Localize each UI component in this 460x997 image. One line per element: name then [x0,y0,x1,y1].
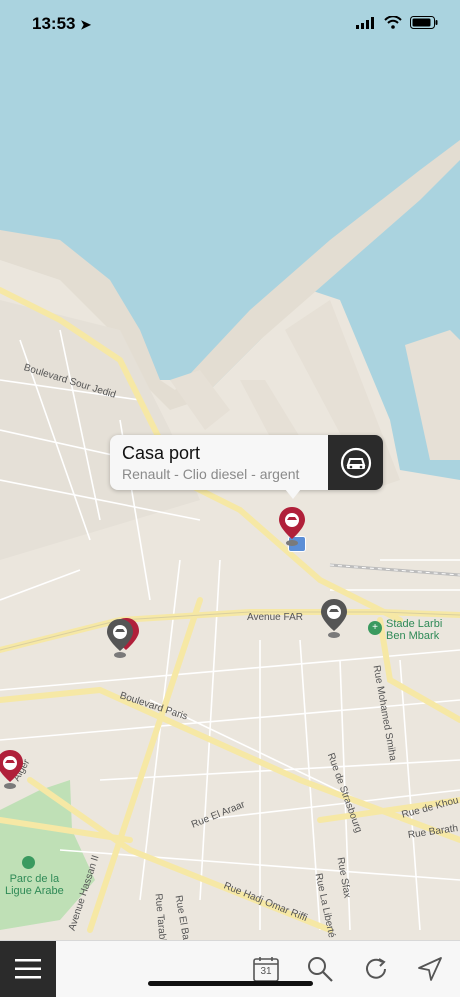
calendar-day: 31 [260,966,272,977]
callout-car-button[interactable] [328,435,383,490]
vehicle-pin-selected[interactable] [278,505,306,549]
place-label-stade: Stade Larbi Ben Mbark [386,618,443,642]
park-icon [22,856,35,869]
place-label-parc: Parc de la Ligue Arabe [5,873,64,897]
bottom-toolbar: 31 [0,940,460,997]
status-icons [356,16,438,29]
car-icon [340,447,371,478]
battery-icon [410,16,438,29]
road-label-avenue-far: Avenue FAR [247,612,303,623]
vehicle-pin-gray-1[interactable] [320,597,348,641]
callout-title: Casa port [122,443,201,463]
callout-pointer [285,489,301,499]
cellular-signal-icon [356,16,374,29]
stadium-icon: + [368,621,382,635]
refresh-icon [366,958,386,979]
status-bar: 13:53 ➤ [0,0,460,50]
locate-button[interactable] [414,953,446,985]
callout-subtitle: Renault - Clio diesel - argent [122,466,300,482]
refresh-button[interactable] [360,953,392,985]
hamburger-menu-icon [15,959,41,979]
search-icon [308,957,333,982]
vehicle-pin-red-3[interactable] [0,748,24,792]
vehicle-callout[interactable]: Casa port Renault - Clio diesel - argent [110,435,383,490]
location-arrow-icon [418,957,442,981]
status-time: 13:53 ➤ [32,14,92,33]
location-services-icon: ➤ [80,17,92,32]
home-indicator [148,981,313,986]
wifi-icon [384,16,402,29]
menu-button[interactable] [0,941,56,997]
vehicle-pin-gray-2[interactable] [106,617,134,661]
